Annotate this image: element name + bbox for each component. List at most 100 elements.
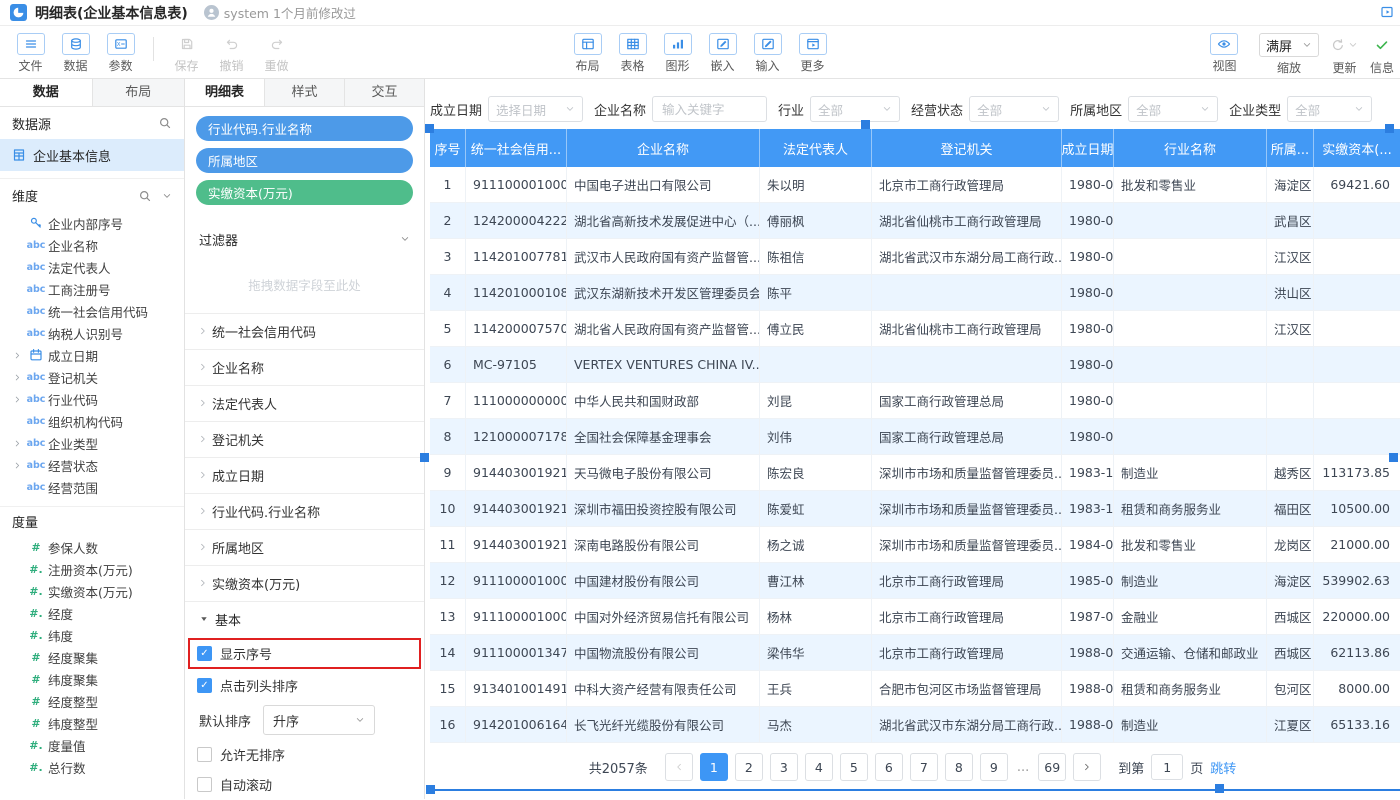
column-header[interactable]: 法定代表人: [760, 129, 872, 167]
prev-page-button[interactable]: [665, 753, 693, 781]
table-button[interactable]: 表格: [610, 33, 655, 74]
input-button[interactable]: 输入: [745, 33, 790, 74]
page-button[interactable]: 5: [840, 753, 868, 781]
measure-item[interactable]: #经度整型: [0, 690, 184, 712]
click-header-sort-option[interactable]: 点击列头排序: [185, 670, 424, 699]
column-header[interactable]: 成立日期: [1062, 129, 1114, 167]
datasource-item[interactable]: 企业基本信息: [0, 139, 184, 171]
page-button[interactable]: 3: [770, 753, 798, 781]
resize-handle-middle-right[interactable]: [1389, 453, 1398, 462]
industry-filter-select[interactable]: 全部: [810, 96, 900, 122]
auto-scroll-option[interactable]: 自动滚动: [185, 770, 424, 799]
search-icon[interactable]: [158, 116, 172, 130]
embed-button[interactable]: 嵌入: [700, 33, 745, 74]
measure-item[interactable]: #参保人数: [0, 536, 184, 558]
page-button[interactable]: 69: [1038, 753, 1066, 781]
update-button[interactable]: [1331, 33, 1358, 57]
tab-interaction[interactable]: 交互: [345, 79, 424, 106]
info-button[interactable]: [1375, 33, 1389, 57]
click-header-sort-checkbox[interactable]: [197, 678, 212, 693]
measure-item[interactable]: #.纬度: [0, 624, 184, 646]
measure-item[interactable]: #纬度聚集: [0, 668, 184, 690]
measure-item[interactable]: #.实缴资本(万元): [0, 580, 184, 602]
horizontal-scrollbar[interactable]: [430, 789, 1400, 791]
measure-item[interactable]: #.注册资本(万元): [0, 558, 184, 580]
allow-no-sort-option[interactable]: 允许无排序: [185, 740, 424, 769]
column-header[interactable]: 登记机关: [872, 129, 1062, 167]
field-setting-row[interactable]: 行业代码.行业名称: [185, 494, 424, 530]
field-setting-row[interactable]: 企业名称: [185, 350, 424, 386]
page-button[interactable]: 9: [980, 753, 1008, 781]
dimension-item[interactable]: abc经营状态: [0, 454, 184, 476]
page-button[interactable]: 8: [945, 753, 973, 781]
default-sort-select[interactable]: 升序: [263, 705, 375, 735]
basic-section-header[interactable]: 基本: [185, 602, 424, 637]
field-setting-row[interactable]: 成立日期: [185, 458, 424, 494]
show-index-checkbox[interactable]: [197, 646, 212, 661]
column-header[interactable]: 统一社会信用...: [466, 129, 567, 167]
view-button[interactable]: 视图: [1202, 33, 1247, 76]
tab-data[interactable]: 数据: [0, 79, 93, 106]
region-filter-select[interactable]: 全部: [1128, 96, 1218, 122]
company-name-filter-input[interactable]: [652, 96, 767, 122]
chart-button[interactable]: 图形: [655, 33, 700, 74]
dimension-item[interactable]: abc工商注册号: [0, 278, 184, 300]
field-chip[interactable]: 实缴资本(万元): [196, 180, 413, 205]
resize-handle-bottom-left[interactable]: [426, 785, 435, 794]
field-setting-row[interactable]: 实缴资本(万元): [185, 566, 424, 602]
measure-item[interactable]: #.度量值: [0, 734, 184, 756]
show-index-option[interactable]: 显示序号: [188, 638, 421, 670]
resize-handle-middle-left[interactable]: [420, 453, 429, 462]
column-header[interactable]: 企业名称: [567, 129, 760, 167]
dimension-item[interactable]: abc企业名称: [0, 234, 184, 256]
dimension-item[interactable]: abc统一社会信用代码: [0, 300, 184, 322]
tab-detail-table[interactable]: 明细表: [185, 79, 265, 106]
dimension-item[interactable]: abc登记机关: [0, 366, 184, 388]
auto-scroll-checkbox[interactable]: [197, 777, 212, 792]
collapse-toolbar-button[interactable]: [1380, 5, 1394, 23]
company-type-filter-select[interactable]: 全部: [1287, 96, 1372, 122]
file-button[interactable]: 文件: [8, 33, 53, 74]
field-setting-row[interactable]: 法定代表人: [185, 386, 424, 422]
data-button[interactable]: 数据: [53, 33, 98, 74]
tab-layout[interactable]: 布局: [93, 79, 185, 106]
chevron-down-icon[interactable]: [162, 191, 172, 201]
field-setting-row[interactable]: 所属地区: [185, 530, 424, 566]
column-header[interactable]: 行业名称: [1114, 129, 1267, 167]
column-header[interactable]: 实缴资本(...: [1314, 129, 1400, 167]
field-chip[interactable]: 行业代码.行业名称: [196, 116, 413, 141]
search-icon[interactable]: [138, 189, 152, 203]
more-button[interactable]: 更多: [790, 33, 835, 74]
measure-item[interactable]: #纬度整型: [0, 712, 184, 734]
chevron-down-icon[interactable]: [400, 234, 410, 244]
allow-no-sort-checkbox[interactable]: [197, 747, 212, 762]
measure-item[interactable]: #经度聚集: [0, 646, 184, 668]
page-button[interactable]: 4: [805, 753, 833, 781]
resize-handle-top-left[interactable]: [425, 124, 434, 133]
dimension-item[interactable]: abc企业类型: [0, 432, 184, 454]
dimension-item[interactable]: abc组织机构代码: [0, 410, 184, 432]
dimension-item[interactable]: abc法定代表人: [0, 256, 184, 278]
field-setting-row[interactable]: 统一社会信用代码: [185, 314, 424, 350]
zoom-select[interactable]: 满屏: [1259, 33, 1319, 57]
page-button[interactable]: 2: [735, 753, 763, 781]
dimension-item[interactable]: 企业内部序号: [0, 212, 184, 234]
keyword-input[interactable]: [660, 101, 759, 118]
resize-handle-bottom-center[interactable]: [1215, 784, 1224, 793]
resize-handle-top-right[interactable]: [1385, 124, 1394, 133]
next-page-button[interactable]: [1073, 753, 1101, 781]
parameter-button[interactable]: X=参数: [98, 33, 143, 74]
page-button[interactable]: 1: [700, 753, 728, 781]
resize-handle-top-center[interactable]: [861, 120, 870, 129]
dimension-item[interactable]: abc经营范围: [0, 476, 184, 498]
dimension-item[interactable]: abc行业代码: [0, 388, 184, 410]
field-setting-row[interactable]: 登记机关: [185, 422, 424, 458]
dimension-item[interactable]: abc纳税人识别号: [0, 322, 184, 344]
founding-date-filter-select[interactable]: 选择日期: [488, 96, 583, 122]
field-chip[interactable]: 所属地区: [196, 148, 413, 173]
page-button[interactable]: 7: [910, 753, 938, 781]
filter-dropzone[interactable]: 拖拽数据字段至此处: [185, 257, 424, 314]
operating-status-filter-select[interactable]: 全部: [969, 96, 1059, 122]
goto-page-input[interactable]: [1151, 754, 1183, 780]
goto-jump-button[interactable]: 跳转: [1210, 758, 1236, 777]
